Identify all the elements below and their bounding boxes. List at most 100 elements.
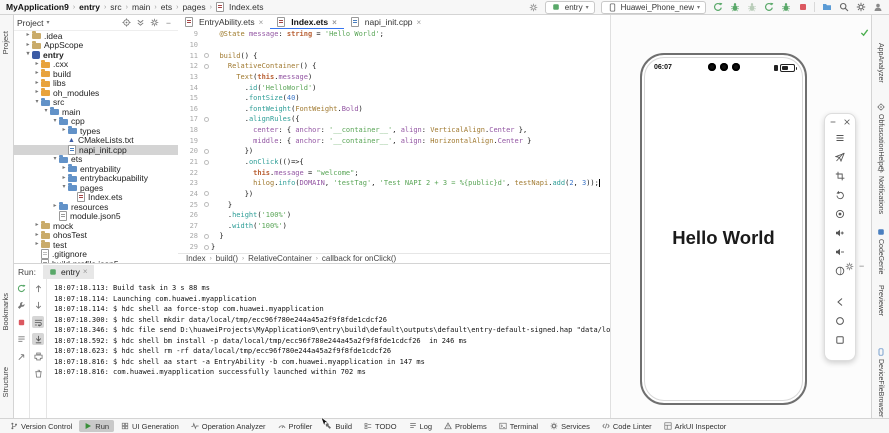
toolwindow-button-services[interactable]: Services [545,420,595,432]
tree-item-ets[interactable]: ▾ets [13,155,178,165]
home-icon[interactable] [835,311,845,330]
tree-item-napi-init-cpp[interactable]: napi_init.cpp [13,145,178,155]
stop-console-button[interactable] [15,316,27,328]
chevron-down-icon[interactable]: ▾ [60,183,68,192]
close-tab-icon[interactable]: × [332,18,337,27]
tool-tab-devicefilebrowser[interactable]: DeviceFileBrowser [872,348,889,417]
rotate-icon[interactable] [835,185,845,204]
editor-tab-index-ets[interactable]: Index.ets× [270,15,344,29]
device-file-button[interactable] [821,2,832,13]
tree-item-build[interactable]: ▸build [13,69,178,79]
code-line-13[interactable]: 13 Text(this.message) [178,72,610,83]
close-icon[interactable]: × [83,267,88,276]
search-everywhere-icon[interactable] [838,2,849,13]
chevron-right-icon[interactable]: ▸ [33,60,41,69]
fold-marker-icon[interactable] [202,202,211,207]
fold-marker-icon[interactable] [202,64,211,69]
breadcrumb-item[interactable]: main [132,2,150,12]
minimize-icon[interactable] [829,118,837,126]
tree-item-entryability[interactable]: ▸entryability [13,164,178,174]
tool-tab-obfuscationhelper[interactable]: ObfuscationHelper [872,103,889,172]
code-line-15[interactable]: 15 .fontSize(40) [178,93,610,104]
stop-button[interactable] [797,2,808,13]
code-editor[interactable]: 9 @State message: string = 'Hello World'… [178,29,610,253]
tree-item-types[interactable]: ▸types [13,126,178,136]
run-config-dropdown[interactable]: entry ▾ [545,1,595,14]
code-line-14[interactable]: 14 .id('HelloWorld') [178,82,610,93]
code-line-26[interactable]: 26 .height('100%') [178,210,610,221]
tree-item-index-ets[interactable]: Index.ets [13,193,178,203]
breadcrumb-item[interactable]: MyApplication9 [6,2,69,12]
shell-icon[interactable] [835,261,845,280]
back-icon[interactable] [835,292,845,311]
record-icon[interactable] [835,204,845,223]
toolwindow-button-ui-generation[interactable]: UI Generation [116,420,184,432]
toolwindow-button-operation-analyzer[interactable]: Operation Analyzer [186,420,271,432]
breadcrumb-item[interactable]: pages [182,2,205,12]
code-line-20[interactable]: 20 }) [178,146,610,157]
hide-panel-icon[interactable]: − [163,18,174,28]
close-icon[interactable] [843,118,851,126]
collapse-all-icon[interactable] [135,18,146,27]
editor-breadcrumb-item[interactable]: RelativeContainer [248,254,312,263]
toolwindow-button-run[interactable]: Run [79,420,114,432]
run-console-output[interactable]: 18:07:18.113: Build task in 3 s 88 ms18:… [47,279,610,418]
debug-inactive-button[interactable] [746,2,757,13]
code-line-23[interactable]: 23 hilog.info(DOMAIN, 'testTag', 'Test N… [178,178,610,189]
close-tab-icon[interactable]: × [417,18,422,27]
code-line-25[interactable]: 25 } [178,199,610,210]
editor-breadcrumb-item[interactable]: Index [186,254,206,263]
settings-gear-icon[interactable] [855,2,866,13]
send-icon[interactable] [835,147,845,166]
fold-marker-icon[interactable] [202,191,211,196]
tree-item-ohostest[interactable]: ▸ohosTest [13,231,178,241]
tree-item-mock[interactable]: ▸mock [13,221,178,231]
tree-item-cmakelists-txt[interactable]: ▲CMakeLists.txt [13,136,178,146]
menu-icon[interactable] [835,128,845,147]
account-avatar[interactable] [872,2,883,13]
soft-wrap-toggle[interactable] [32,316,44,328]
tree-item-src[interactable]: ▾src [13,98,178,108]
fold-marker-icon[interactable] [202,53,211,58]
code-line-22[interactable]: 22 this.message = "welcome"; [178,167,610,178]
code-line-12[interactable]: 12 RelativeContainer() { [178,61,610,72]
tool-tab-notifications[interactable]: Notifications [872,165,889,214]
close-tab-icon[interactable]: × [259,18,264,27]
toolwindow-button-arkui-inspector[interactable]: ArkUI Inspector [659,420,732,432]
fold-marker-icon[interactable] [202,117,211,122]
restart-button[interactable] [763,2,774,13]
fold-marker-icon[interactable] [202,149,211,154]
edit-config-icon[interactable] [15,299,27,311]
app-hello-text[interactable]: Hello World [642,227,805,249]
locate-file-icon[interactable] [121,18,132,27]
tree-item-entrybackupability[interactable]: ▸entrybackupability [13,174,178,184]
toolwindow-button-code-linter[interactable]: Code Linter [597,420,657,432]
fold-marker-icon[interactable] [202,234,211,239]
console-options-icon[interactable] [15,333,27,345]
tree-item-module-json5[interactable]: module.json5 [13,212,178,222]
rerun-button[interactable] [15,282,27,294]
attach-debugger-button[interactable] [780,2,791,13]
chevron-down-icon[interactable]: ▾ [51,117,59,126]
volume-down-icon[interactable] [835,242,845,261]
chevron-right-icon[interactable]: ▸ [51,202,59,211]
code-line-10[interactable]: 10 [178,40,610,51]
toolwindow-button-problems[interactable]: Problems [439,420,492,432]
run-tab-entry[interactable]: entry × [43,265,94,279]
scroll-down-icon[interactable] [32,299,44,311]
code-line-18[interactable]: 18 center: { anchor: '__container__', al… [178,125,610,136]
code-line-28[interactable]: 28 } [178,231,610,242]
breadcrumb-item[interactable]: src [110,2,121,12]
editor-breadcrumb[interactable]: Index›build()›RelativeContainer›callback… [178,253,610,263]
tree-item--idea[interactable]: ▸.idea [13,31,178,41]
tree-item-pages[interactable]: ▾pages [13,183,178,193]
chevron-right-icon[interactable]: ▸ [33,79,41,88]
tree-item-test[interactable]: ▸test [13,240,178,250]
toolwindow-button-log[interactable]: Log [404,420,438,432]
chevron-down-icon[interactable]: ▾ [33,98,41,107]
chevron-down-icon[interactable]: ▾ [42,107,50,116]
tree-item-appscope[interactable]: ▸AppScope [13,41,178,51]
code-line-9[interactable]: 9 @State message: string = 'Hello World'… [178,29,610,40]
tool-tab-structure[interactable]: Structure [1,367,10,397]
code-line-24[interactable]: 24 }) [178,189,610,200]
